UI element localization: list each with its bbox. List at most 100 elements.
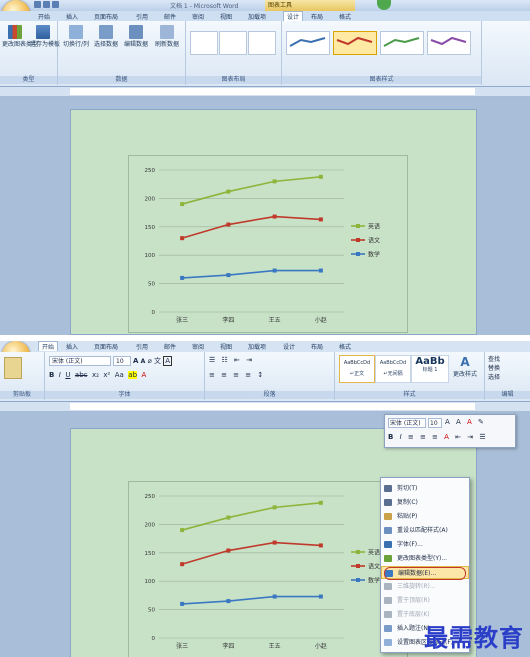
underline-icon[interactable]: U (65, 371, 70, 379)
strikethrough-icon[interactable]: abc (75, 371, 88, 379)
style-normal[interactable]: AaBbCcDd ↵正文 (339, 355, 375, 383)
superscript-icon[interactable]: x² (103, 371, 110, 379)
font-size-select[interactable]: 10 (113, 356, 131, 366)
tab-3[interactable]: 引用 (136, 342, 148, 351)
subscript-icon[interactable]: x₂ (92, 371, 99, 379)
menu-item-7: 三维旋转(R)... (381, 580, 469, 593)
menu-item-2[interactable]: 粘贴(P) (381, 510, 469, 523)
highlight-icon[interactable]: ab (128, 371, 138, 379)
group-data: 切换行/列 选择数据 编辑数据 刷新数据 数据 (58, 21, 186, 85)
tab-7[interactable]: 加载项 (248, 12, 266, 21)
menu-item-0[interactable]: 剪切(T) (381, 482, 469, 495)
x-tick-label: 王五 (269, 317, 281, 324)
menu-item-1[interactable]: 复制(C) (381, 496, 469, 509)
align-buttons[interactable]: ≡ ≡ ≡ ≡ ↕ (209, 371, 265, 379)
chart-type-icon (8, 25, 22, 39)
switch-row-column-button[interactable]: 切换行/列 (62, 25, 90, 48)
tab-6[interactable]: 视图 (220, 12, 232, 21)
change-case-icon[interactable]: Aa (115, 371, 124, 379)
bold-icon[interactable]: B (49, 371, 54, 379)
style-no-spacing[interactable]: AaBbCcDd ↵无间隔 (375, 355, 411, 383)
list-buttons[interactable]: ☰ ☷ ⇤ ⇥ (209, 356, 254, 364)
quick-access-toolbar[interactable] (34, 1, 74, 10)
edit-data-button[interactable]: 编辑数据 (122, 25, 150, 48)
menu-item-5[interactable]: 更改图表类型(Y)... (381, 552, 469, 565)
shrink-font-icon[interactable]: A (141, 358, 146, 365)
tab-4[interactable]: 邮件 (164, 342, 176, 351)
tab-5[interactable]: 审阅 (192, 342, 204, 351)
change-chart-type-button[interactable]: 更改图表类型 (2, 25, 38, 48)
screenshot-home-tab-context-menu: 开始 插入 页面布局 引用 邮件 审阅 视图 加载项 设计 布局 格式 剪贴板 宋体 (正文) 10… (0, 341, 530, 657)
layout-1-button[interactable] (190, 31, 218, 55)
series-line (181, 215, 321, 239)
y-tick-label: 250 (145, 494, 156, 500)
group-label-data: 数据 (58, 76, 185, 84)
clear-format-icon[interactable]: ⌀ (148, 357, 152, 365)
style-no-spacing-preview: AaBbCcDd (379, 360, 407, 366)
group-label-clipboard: 剪贴板 (0, 391, 44, 399)
legend-marker (356, 564, 360, 568)
mini-font-select[interactable]: 宋体 (正文) (388, 418, 426, 428)
tab-1[interactable]: 插入 (66, 342, 78, 351)
chart-style-3[interactable] (380, 31, 424, 55)
tab-2[interactable]: 页面布局 (94, 342, 118, 351)
tab-0[interactable]: 开始 (38, 12, 50, 21)
replace-button[interactable]: 替换 (488, 364, 500, 373)
chart-style-1[interactable] (286, 31, 330, 55)
legend-label: 语文 (368, 563, 380, 571)
grow-font-icon[interactable]: A (133, 357, 138, 365)
horizontal-ruler[interactable] (0, 87, 530, 97)
select-button[interactable]: 选择 (488, 373, 500, 382)
data-point (180, 601, 185, 606)
tab-4[interactable]: 邮件 (164, 12, 176, 21)
menu-item-6[interactable]: 编辑数据(E)... (381, 566, 469, 580)
layout-3-button[interactable] (248, 31, 276, 55)
menu-item-3[interactable]: 重设以匹配样式(A) (381, 524, 469, 537)
chart-style-2[interactable] (333, 31, 377, 55)
edit-data-label: 编辑数据 (123, 41, 148, 48)
tab-10[interactable]: 格式 (339, 12, 351, 21)
mini-row2-buttons[interactable]: B I ≡ ≡ ≡ A ⇤ ⇥ ☰ (388, 433, 488, 441)
layout-2-button[interactable] (219, 31, 247, 55)
phonetic-icon[interactable]: 文 (154, 357, 161, 365)
horizontal-ruler-2[interactable] (0, 402, 530, 412)
font-name-select[interactable]: 宋体 (正文) (49, 356, 111, 366)
undo-icon[interactable] (43, 1, 50, 8)
menu-item-4[interactable]: 字体(F)... (381, 538, 469, 551)
style-heading-1[interactable]: AaBb 标题 1 (411, 355, 449, 383)
watermark: 最需教育 (424, 623, 524, 652)
tab-2[interactable]: 页面布局 (94, 12, 118, 21)
tab-1[interactable]: 插入 (66, 12, 78, 21)
redo-icon[interactable] (52, 1, 59, 8)
paste-icon[interactable] (4, 357, 22, 379)
font-color-icon[interactable]: A (141, 371, 146, 379)
series-line (181, 541, 321, 565)
tab-8[interactable]: 设计 (283, 342, 295, 351)
tab-7[interactable]: 加载项 (248, 342, 266, 351)
refresh-data-button[interactable]: 刷新数据 (152, 25, 182, 48)
data-point (226, 189, 231, 194)
line-chart-2[interactable]: 0 50 100 150 200 250 张三 李四 王五 小赵 英语 语文 数学 (128, 481, 408, 657)
find-button[interactable]: 查找 (488, 355, 500, 364)
data-point (180, 202, 185, 207)
mini-size-select[interactable]: 10 (428, 418, 442, 428)
chart-style-4[interactable] (427, 31, 471, 55)
mini-row1-buttons[interactable]: A A A ✎ (445, 418, 486, 426)
save-as-template-button[interactable]: 另存为模板 (30, 25, 60, 48)
data-point (180, 528, 185, 533)
select-data-button[interactable]: 选择数据 (92, 25, 120, 48)
data-point (272, 214, 277, 219)
tab-6[interactable]: 视图 (220, 342, 232, 351)
tab-9[interactable]: 布局 (311, 342, 323, 351)
tab-10[interactable]: 格式 (339, 342, 351, 351)
char-border-icon[interactable]: A (163, 356, 173, 366)
tab-3[interactable]: 引用 (136, 12, 148, 21)
italic-icon[interactable]: I (59, 371, 61, 379)
tab-5[interactable]: 审阅 (192, 12, 204, 21)
change-styles-button[interactable]: A 更改样式 (449, 355, 481, 378)
tab-9[interactable]: 布局 (311, 12, 323, 21)
save-icon[interactable] (34, 1, 41, 8)
tab-8[interactable]: 设计 (283, 11, 304, 21)
tab-0[interactable]: 开始 (38, 341, 59, 351)
line-chart[interactable]: 0 50 100 150 200 250 张三 李四 王五 小赵 英语 语文 数学 (128, 155, 408, 333)
